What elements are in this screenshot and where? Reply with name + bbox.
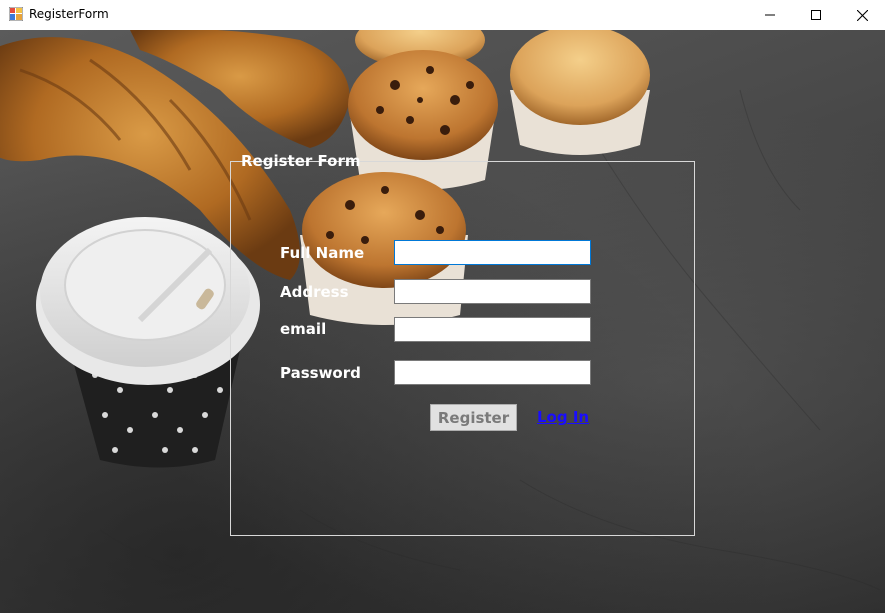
form-client-area: Register Form Full Name Address email Pa… bbox=[0, 30, 885, 613]
minimize-icon bbox=[765, 14, 775, 16]
address-label: Address bbox=[280, 283, 349, 301]
close-icon bbox=[856, 9, 868, 21]
maximize-button[interactable] bbox=[793, 0, 839, 30]
full-name-field[interactable] bbox=[394, 240, 591, 265]
email-field[interactable] bbox=[394, 317, 591, 342]
login-link[interactable]: Log In bbox=[537, 408, 589, 426]
window-title: RegisterForm bbox=[29, 7, 109, 21]
register-button[interactable]: Register bbox=[430, 404, 517, 431]
close-button[interactable] bbox=[839, 0, 885, 30]
maximize-icon bbox=[811, 10, 821, 20]
full-name-label: Full Name bbox=[280, 244, 365, 262]
title-bar: RegisterForm bbox=[0, 0, 885, 30]
groupbox-title: Register Form bbox=[241, 152, 361, 170]
app-icon bbox=[9, 7, 23, 21]
minimize-button[interactable] bbox=[747, 0, 793, 30]
password-label: Password bbox=[280, 364, 361, 382]
email-label: email bbox=[280, 320, 327, 338]
address-field[interactable] bbox=[394, 279, 591, 304]
register-groupbox bbox=[230, 161, 695, 536]
password-field[interactable] bbox=[394, 360, 591, 385]
